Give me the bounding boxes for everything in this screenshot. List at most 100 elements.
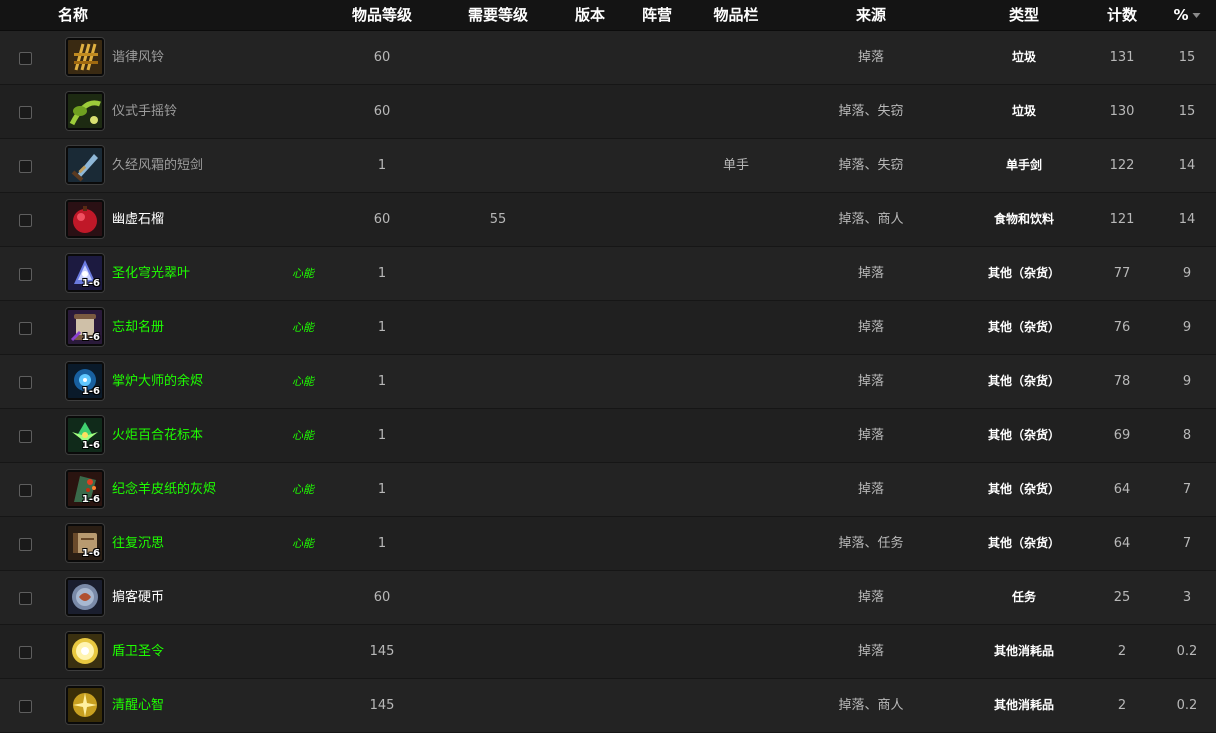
drop-count: 25 bbox=[1113, 590, 1131, 605]
drop-percent: 7 bbox=[1182, 482, 1192, 497]
row-checkbox[interactable] bbox=[19, 160, 32, 173]
item-level: 1 bbox=[377, 428, 387, 443]
column-header-faction[interactable]: 阵营 bbox=[642, 0, 672, 30]
hand-bell-icon[interactable] bbox=[66, 92, 104, 130]
row-checkbox[interactable] bbox=[19, 700, 32, 713]
row-checkbox[interactable] bbox=[19, 430, 32, 443]
item-source: 掉落、失窃 bbox=[838, 104, 904, 119]
item-name-link[interactable]: 火炬百合花标本 bbox=[112, 409, 203, 462]
table-row[interactable]: 1-6 往复沉思 心能 1 掉落、任务 其他（杂货） 64 7 bbox=[0, 517, 1216, 571]
drop-percent: 0.2 bbox=[1176, 644, 1198, 659]
item-name-link[interactable]: 掌炉大师的余烬 bbox=[112, 355, 203, 408]
item-type[interactable]: 其他消耗品 bbox=[994, 679, 1054, 732]
item-name-link[interactable]: 纪念羊皮纸的灰烬 bbox=[112, 463, 216, 516]
item-source: 掉落 bbox=[857, 590, 885, 605]
tome-icon[interactable]: 1-6 bbox=[66, 524, 104, 562]
item-source: 掉落、失窃 bbox=[838, 158, 904, 173]
table-row[interactable]: 清醒心智 145 掉落、商人 其他消耗品 2 0.2 bbox=[0, 679, 1216, 733]
column-header-required-level[interactable]: 需要等级 bbox=[468, 0, 528, 30]
stack-size: 1-6 bbox=[81, 440, 100, 451]
wind-chimes-icon[interactable] bbox=[66, 38, 104, 76]
pomegranate-icon[interactable] bbox=[66, 200, 104, 238]
item-name-link[interactable]: 圣化穹光翠叶 bbox=[112, 247, 190, 300]
drop-percent: 7 bbox=[1182, 536, 1192, 551]
percent-header-label: % bbox=[1173, 6, 1189, 24]
short-sword-icon[interactable] bbox=[66, 146, 104, 184]
item-name-link[interactable]: 谐律风铃 bbox=[112, 31, 164, 84]
row-checkbox[interactable] bbox=[19, 322, 32, 335]
row-checkbox[interactable] bbox=[19, 268, 32, 281]
item-type[interactable]: 其他消耗品 bbox=[994, 625, 1054, 678]
table-row[interactable]: 久经风霜的短剑 1 单手 掉落、失窃 单手剑 122 14 bbox=[0, 139, 1216, 193]
row-checkbox[interactable] bbox=[19, 646, 32, 659]
table-row[interactable]: 1-6 火炬百合花标本 心能 1 掉落 其他（杂货） 69 8 bbox=[0, 409, 1216, 463]
item-type[interactable]: 其他（杂货） bbox=[988, 247, 1060, 300]
item-type[interactable]: 其他（杂货） bbox=[988, 355, 1060, 408]
item-name-link[interactable]: 往复沉思 bbox=[112, 517, 164, 570]
broker-coin-icon[interactable] bbox=[66, 578, 104, 616]
row-checkbox[interactable] bbox=[19, 52, 32, 65]
column-header-name[interactable]: 名称 bbox=[58, 0, 88, 30]
column-header-version[interactable]: 版本 bbox=[575, 0, 605, 30]
drop-count: 121 bbox=[1109, 212, 1135, 227]
item-level: 1 bbox=[377, 482, 387, 497]
golden-mind-icon[interactable] bbox=[66, 686, 104, 724]
drop-count: 64 bbox=[1113, 536, 1131, 551]
drop-percent: 15 bbox=[1178, 50, 1196, 65]
table-row[interactable]: 幽虚石榴 60 55 掉落、商人 食物和饮料 121 14 bbox=[0, 193, 1216, 247]
item-type[interactable]: 垃圾 bbox=[1012, 85, 1036, 138]
table-row[interactable]: 盾卫圣令 145 掉落 其他消耗品 2 0.2 bbox=[0, 625, 1216, 679]
item-name-link[interactable]: 掮客硬币 bbox=[112, 571, 164, 624]
table-row[interactable]: 1-6 纪念羊皮纸的灰烬 心能 1 掉落 其他（杂货） 64 7 bbox=[0, 463, 1216, 517]
lily-flower-icon[interactable]: 1-6 bbox=[66, 416, 104, 454]
item-type[interactable]: 其他（杂货） bbox=[988, 301, 1060, 354]
table-row[interactable]: 1-6 掌炉大师的余烬 心能 1 掉落 其他（杂货） 78 9 bbox=[0, 355, 1216, 409]
item-type[interactable]: 垃圾 bbox=[1012, 31, 1036, 84]
item-name-link[interactable]: 忘却名册 bbox=[112, 301, 164, 354]
crystal-leaf-icon[interactable]: 1-6 bbox=[66, 254, 104, 292]
table-row[interactable]: 1-6 圣化穹光翠叶 心能 1 掉落 其他（杂货） 77 9 bbox=[0, 247, 1216, 301]
column-header-type[interactable]: 类型 bbox=[1009, 0, 1039, 30]
scroll-icon[interactable]: 1-6 bbox=[66, 308, 104, 346]
item-source: 掉落 bbox=[857, 266, 885, 281]
column-header-item-level[interactable]: 物品等级 bbox=[352, 0, 412, 30]
column-header-slot[interactable]: 物品栏 bbox=[713, 0, 758, 30]
column-header-percent[interactable]: % bbox=[1173, 0, 1201, 30]
item-name-link[interactable]: 仪式手摇铃 bbox=[112, 85, 177, 138]
item-type[interactable]: 单手剑 bbox=[1006, 139, 1042, 192]
item-type[interactable]: 其他（杂货） bbox=[988, 517, 1060, 570]
table-row[interactable]: 仪式手摇铃 60 掉落、失窃 垃圾 130 15 bbox=[0, 85, 1216, 139]
drop-count: 122 bbox=[1109, 158, 1135, 173]
item-type[interactable]: 其他（杂货） bbox=[988, 409, 1060, 462]
stack-size: 1-6 bbox=[81, 386, 100, 397]
item-type[interactable]: 其他（杂货） bbox=[988, 463, 1060, 516]
drop-percent: 14 bbox=[1178, 212, 1196, 227]
column-header-source[interactable]: 来源 bbox=[856, 0, 886, 30]
sort-descending-icon bbox=[1192, 13, 1201, 18]
row-checkbox[interactable] bbox=[19, 538, 32, 551]
table-row[interactable]: 1-6 忘却名册 心能 1 掉落 其他（杂货） 76 9 bbox=[0, 301, 1216, 355]
item-name-link[interactable]: 幽虚石榴 bbox=[112, 193, 164, 246]
anima-tag: 心能 bbox=[292, 321, 314, 334]
drop-count: 2 bbox=[1117, 644, 1127, 659]
item-type[interactable]: 食物和饮料 bbox=[994, 193, 1054, 246]
row-checkbox[interactable] bbox=[19, 106, 32, 119]
column-header-count[interactable]: 计数 bbox=[1107, 0, 1137, 30]
drop-percent: 0.2 bbox=[1176, 698, 1198, 713]
table-row[interactable]: 谐律风铃 60 掉落 垃圾 131 15 bbox=[0, 31, 1216, 85]
row-checkbox[interactable] bbox=[19, 214, 32, 227]
row-checkbox[interactable] bbox=[19, 484, 32, 497]
row-checkbox[interactable] bbox=[19, 592, 32, 605]
item-name-link[interactable]: 久经风霜的短剑 bbox=[112, 139, 203, 192]
parchment-ash-icon[interactable]: 1-6 bbox=[66, 470, 104, 508]
drop-count: 76 bbox=[1113, 320, 1131, 335]
holy-seal-icon[interactable] bbox=[66, 632, 104, 670]
drop-count: 130 bbox=[1109, 104, 1135, 119]
table-row[interactable]: 掮客硬币 60 掉落 任务 25 3 bbox=[0, 571, 1216, 625]
row-checkbox[interactable] bbox=[19, 376, 32, 389]
item-name-link[interactable]: 盾卫圣令 bbox=[112, 625, 164, 678]
drop-count: 131 bbox=[1109, 50, 1135, 65]
item-type[interactable]: 任务 bbox=[1012, 571, 1036, 624]
blue-ember-icon[interactable]: 1-6 bbox=[66, 362, 104, 400]
item-name-link[interactable]: 清醒心智 bbox=[112, 679, 164, 732]
